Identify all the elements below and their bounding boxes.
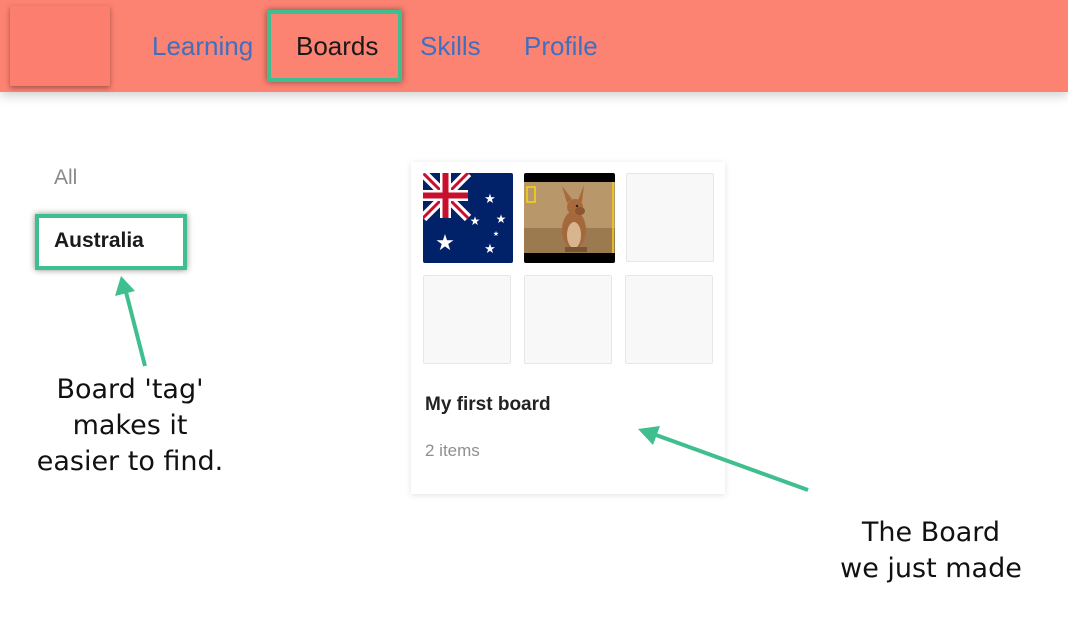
arrow-icon bbox=[115, 276, 147, 367]
arrow-icon bbox=[638, 426, 809, 492]
annotation-arrows bbox=[115, 276, 809, 492]
